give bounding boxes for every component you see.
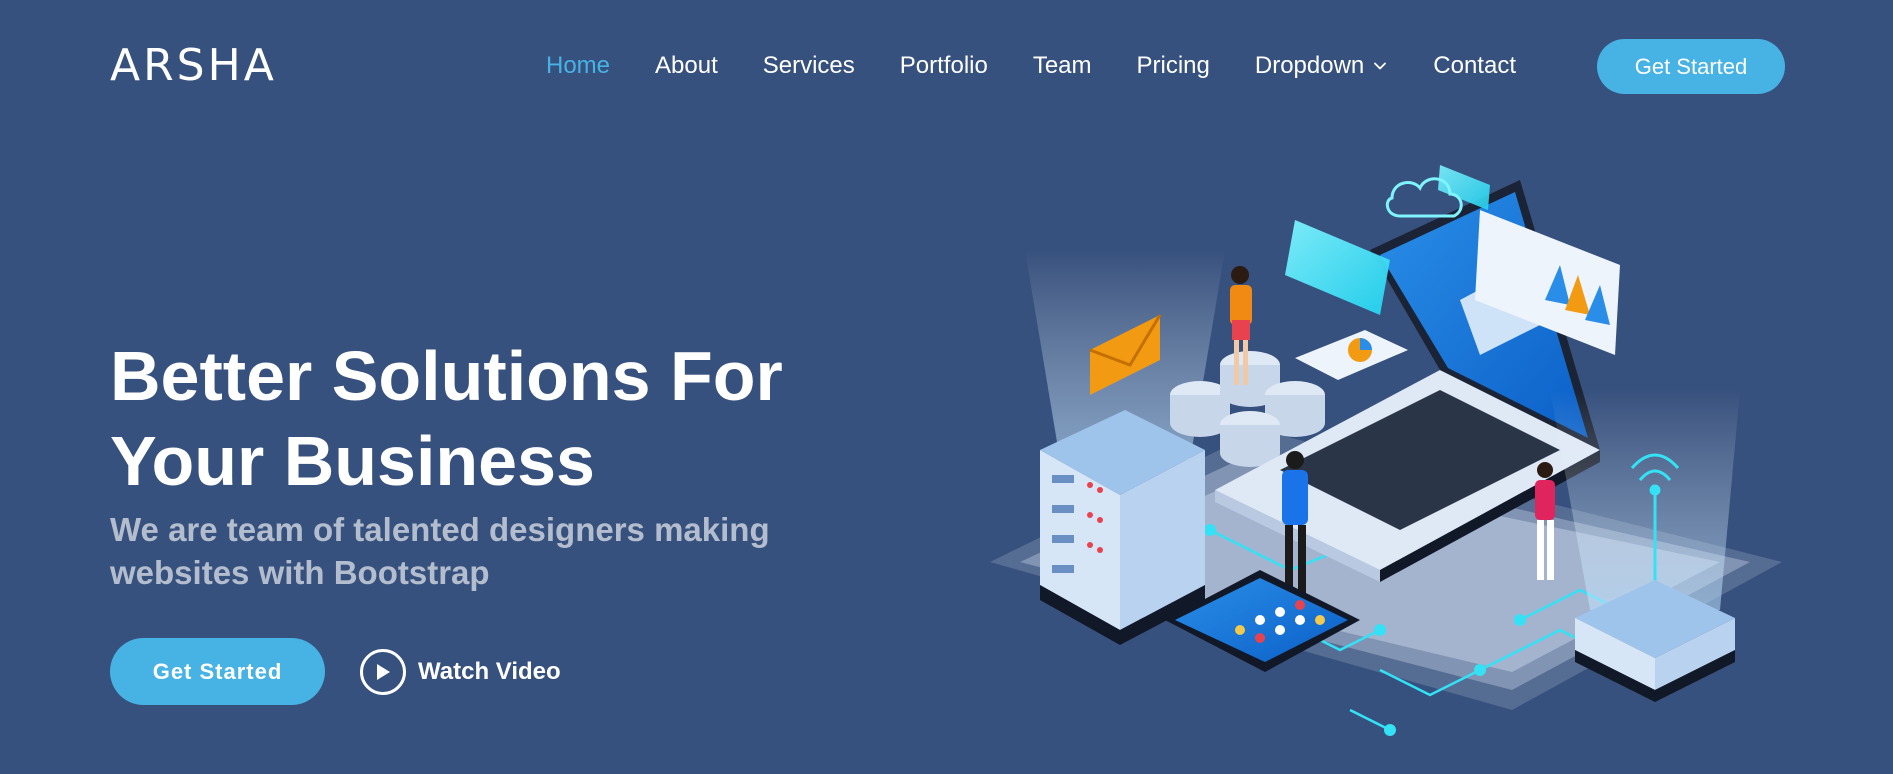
hero-subtitle-line-2: websites with Bootstrap bbox=[110, 554, 490, 591]
nav-label: Pricing bbox=[1136, 52, 1210, 79]
nav-item-about[interactable]: About bbox=[655, 52, 718, 80]
hero-title-line-2: Your Business bbox=[110, 422, 595, 500]
nav-label: Team bbox=[1032, 52, 1092, 79]
nav-item-team[interactable]: Team bbox=[1033, 52, 1092, 80]
nav-label: Services bbox=[762, 52, 855, 79]
get-started-button[interactable]: Get Started bbox=[110, 638, 325, 705]
nav-label: Portfolio bbox=[899, 52, 988, 79]
nav-label: Dropdown bbox=[1254, 52, 1365, 79]
logo[interactable]: ARSHA bbox=[110, 40, 277, 92]
hero-title-line-1: Better Solutions For bbox=[110, 337, 783, 415]
nav-item-contact[interactable]: Contact bbox=[1433, 52, 1516, 80]
nav-label: Home bbox=[546, 52, 611, 79]
hero-subtitle: We are team of talented designers making… bbox=[110, 508, 830, 594]
hero-title: Better Solutions For Your Business bbox=[110, 334, 830, 504]
nav-label: Contact bbox=[1433, 52, 1516, 79]
hero-illustration bbox=[990, 165, 1782, 736]
nav-label: About bbox=[655, 52, 718, 79]
server-stack-left bbox=[1040, 410, 1205, 645]
floating-panel-cyan bbox=[1285, 220, 1390, 315]
nav-item-home[interactable]: Home bbox=[546, 52, 610, 80]
play-icon bbox=[360, 649, 406, 695]
floating-panel-small bbox=[1438, 165, 1490, 210]
site-header: ARSHA Home About Services Portfolio Team… bbox=[0, 0, 1893, 132]
nav-item-services[interactable]: Services bbox=[763, 52, 855, 80]
hero-subtitle-line-1: We are team of talented designers making bbox=[110, 511, 770, 548]
nav-item-pricing[interactable]: Pricing bbox=[1137, 52, 1210, 80]
watch-video-button[interactable]: Watch Video bbox=[360, 647, 561, 697]
chevron-down-icon bbox=[1374, 62, 1387, 70]
nav-item-portfolio[interactable]: Portfolio bbox=[900, 52, 988, 80]
main-nav: Home About Services Portfolio Team Prici… bbox=[546, 38, 1561, 94]
pie-card bbox=[1295, 330, 1408, 380]
get-started-nav-button[interactable]: Get Started bbox=[1597, 39, 1785, 94]
watch-video-label: Watch Video bbox=[418, 658, 561, 685]
nav-item-dropdown[interactable]: Dropdown bbox=[1255, 52, 1388, 80]
